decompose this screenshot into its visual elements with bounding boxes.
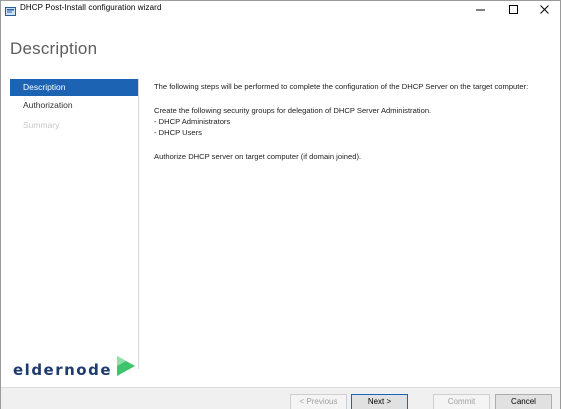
page-title: Description [10, 39, 98, 58]
minimize-icon [476, 9, 485, 11]
groups-lead-text: Create the following security groups for… [154, 106, 432, 115]
eldernode-logo: eldernode [13, 355, 143, 381]
logo-text: eldernode [13, 361, 113, 379]
nav-item-authorization[interactable]: Authorization [10, 97, 138, 114]
minimize-button[interactable] [467, 1, 495, 18]
maximize-button[interactable] [500, 1, 528, 18]
intro-text: The following steps will be performed to… [154, 82, 529, 91]
nav-item-summary: Summary [23, 120, 60, 130]
title-bar[interactable]: DHCP Post-Install configuration wizard [1, 1, 560, 18]
close-icon [540, 5, 549, 14]
previous-button[interactable]: < Previous [290, 394, 347, 409]
list-item: - DHCP Administrators [154, 117, 231, 126]
wizard-nav: Description Authorization Summary [10, 79, 139, 369]
window-title: DHCP Post-Install configuration wizard [20, 3, 162, 12]
nav-item-description[interactable]: Description [10, 79, 138, 96]
description-content: The following steps will be performed to… [154, 81, 554, 162]
cancel-button[interactable]: Cancel [495, 394, 552, 409]
authorize-text: Authorize DHCP server on target computer… [154, 152, 362, 161]
play-arrow-icon [117, 356, 135, 376]
maximize-icon [509, 5, 518, 14]
dhcp-wizard-icon [5, 4, 16, 16]
close-button[interactable] [531, 1, 559, 18]
next-button[interactable]: Next > [351, 394, 408, 409]
list-item: - DHCP Users [154, 128, 202, 137]
wizard-window: DHCP Post-Install configuration wizard D… [0, 0, 561, 409]
commit-button[interactable]: Commit [433, 394, 490, 409]
wizard-footer: < Previous Next > Commit Cancel [1, 387, 560, 409]
